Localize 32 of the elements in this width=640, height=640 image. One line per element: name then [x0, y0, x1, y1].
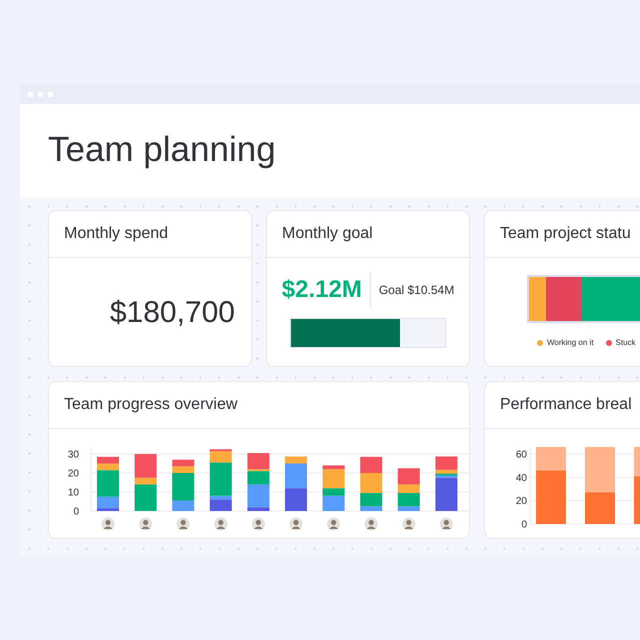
avatar-icon — [252, 518, 265, 530]
avatar-icon — [364, 518, 378, 530]
avatar-icon — [440, 518, 453, 530]
axis-label: 0 — [521, 520, 527, 530]
card-title: Performance breal — [500, 395, 632, 415]
card-title: Monthly goal — [282, 224, 373, 244]
legend-label: Stuck — [616, 337, 636, 349]
avatar-icon — [102, 518, 114, 530]
avatar-icon — [290, 518, 302, 530]
goal-current-value: $2.12M — [282, 275, 363, 305]
avatar-icon — [214, 518, 228, 530]
axis-label: 0 — [73, 506, 79, 518]
goal-target: Goal $10.54M — [378, 282, 454, 299]
avatar-icon — [327, 518, 340, 530]
bar-segment — [285, 488, 307, 511]
avatar-icon — [176, 518, 190, 530]
axis-label: 20 — [68, 468, 79, 480]
axis-label: 40 — [516, 472, 527, 484]
card-title: Team project statu — [500, 224, 631, 244]
card-title: Team progress overview — [64, 395, 238, 415]
axis-label: 60 — [516, 450, 527, 460]
bar-segment — [360, 473, 382, 493]
page-title: Team planning — [48, 129, 276, 172]
axis-label: 30 — [68, 450, 79, 460]
bar-segment — [360, 456, 382, 473]
axis-label: 10 — [68, 488, 79, 498]
card-title: Monthly spend — [64, 224, 168, 244]
legend-label: Working on it — [547, 337, 594, 349]
avatar-icon — [402, 518, 416, 530]
avatar-icon — [139, 518, 152, 530]
axis-label: 20 — [516, 496, 527, 508]
spend-value: $180,700 — [110, 294, 235, 330]
